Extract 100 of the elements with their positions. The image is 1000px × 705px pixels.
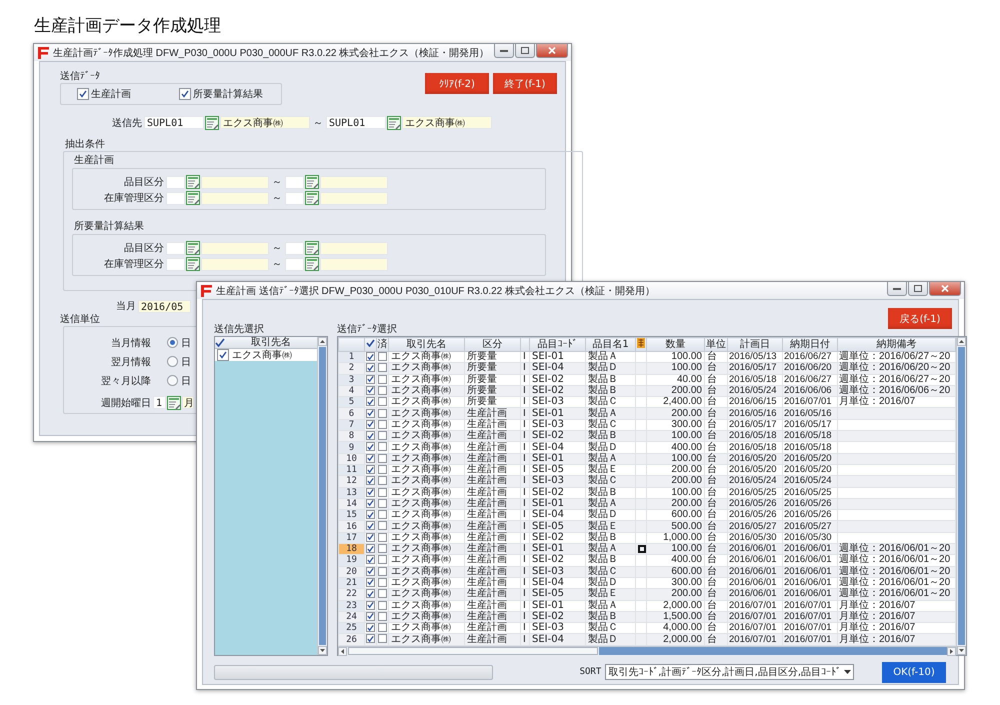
checkbox[interactable] — [366, 352, 375, 362]
code-field[interactable] — [166, 242, 185, 254]
row-number[interactable]: 6 — [338, 408, 364, 420]
scrollbar[interactable] — [317, 337, 327, 655]
checkbox[interactable] — [366, 465, 375, 474]
left-arrow-icon[interactable] — [341, 648, 344, 654]
code-field[interactable]: SUPL01 — [144, 116, 204, 129]
column-header[interactable]: 数量 — [646, 338, 704, 352]
column-header[interactable]: 取引先名 — [388, 338, 464, 352]
list-icon[interactable] — [305, 191, 319, 205]
row-number[interactable]: 7 — [338, 419, 364, 431]
checkbox[interactable] — [378, 521, 387, 530]
row-number[interactable]: 17 — [338, 532, 364, 544]
right-arrow-icon[interactable] — [950, 648, 953, 654]
code-field[interactable] — [285, 242, 304, 254]
checkbox[interactable] — [366, 442, 375, 452]
row-number[interactable]: 10 — [338, 453, 364, 464]
list-icon[interactable] — [305, 257, 319, 271]
list-icon[interactable] — [186, 191, 200, 205]
column-header[interactable]: 単位 — [704, 338, 728, 352]
list-icon[interactable] — [387, 116, 401, 130]
list-icon[interactable] — [305, 241, 319, 255]
row-number[interactable]: 9 — [338, 442, 364, 454]
down-arrow-icon[interactable] — [959, 649, 964, 652]
sort-dropdown[interactable]: 取引先ｺｰﾄﾞ,計画ﾃﾞｰﾀ区分,計画日,品目区分,品目ｺｰﾄﾞ — [605, 664, 854, 680]
row-number[interactable]: 21 — [338, 577, 364, 589]
checkbox[interactable] — [378, 397, 387, 406]
minimize-button[interactable] — [494, 44, 514, 58]
checkbox[interactable] — [378, 465, 387, 474]
checkmark-icon[interactable] — [366, 339, 375, 347]
row-number[interactable]: 20 — [338, 566, 364, 578]
list-icon[interactable] — [167, 396, 181, 410]
column-header[interactable]: 納期日付 — [782, 338, 838, 352]
checkbox[interactable] — [366, 521, 375, 530]
row-number[interactable]: 22 — [338, 588, 364, 600]
row-number[interactable]: 19 — [338, 554, 364, 566]
checkbox[interactable] — [378, 408, 387, 418]
checkbox[interactable] — [378, 544, 387, 554]
row-number[interactable]: 5 — [338, 396, 364, 408]
row-number[interactable]: 16 — [338, 520, 364, 532]
close-button[interactable] — [929, 282, 961, 296]
row-number[interactable]: 8 — [338, 430, 364, 442]
up-arrow-icon[interactable] — [959, 340, 964, 343]
checkmark-icon[interactable] — [215, 338, 225, 347]
radio-button[interactable] — [167, 337, 178, 348]
month-field[interactable]: 2016/05 — [138, 300, 191, 312]
checkbox[interactable] — [378, 363, 387, 372]
back-button[interactable]: 戻る(f-1) — [888, 308, 952, 329]
scrollbar[interactable] — [956, 337, 966, 655]
code-field[interactable] — [285, 258, 304, 270]
row-number[interactable]: 25 — [338, 622, 364, 634]
checkbox[interactable] — [366, 634, 375, 644]
row-number[interactable]: 18 — [338, 544, 364, 555]
checkbox[interactable] — [366, 510, 375, 520]
checkbox[interactable] — [378, 555, 387, 564]
radio-button[interactable] — [167, 375, 178, 386]
row-number[interactable]: 11 — [338, 464, 364, 476]
list-icon[interactable] — [186, 175, 200, 189]
row-number[interactable]: 23 — [338, 600, 364, 612]
checkbox[interactable] — [366, 397, 375, 406]
checkbox[interactable] — [378, 510, 387, 520]
action-button[interactable]: 終了(f-1) — [493, 73, 557, 94]
list-icon[interactable] — [205, 116, 219, 130]
action-button[interactable]: ｸﾘｱ(f-2) — [425, 73, 489, 94]
checkbox[interactable] — [366, 555, 375, 564]
code-field[interactable] — [166, 258, 185, 270]
list-icon[interactable] — [186, 241, 200, 255]
scrollbar[interactable] — [338, 646, 956, 656]
maximize-button[interactable] — [908, 282, 928, 296]
checkbox[interactable] — [366, 476, 375, 486]
row-number[interactable]: 26 — [338, 634, 364, 646]
checkbox[interactable] — [378, 623, 387, 632]
checkbox[interactable] — [378, 431, 387, 440]
checkbox[interactable] — [378, 589, 387, 598]
down-arrow-icon[interactable] — [320, 649, 325, 652]
ok-button[interactable]: OK(f-10) — [882, 662, 946, 682]
column-header[interactable]: 済 — [376, 338, 388, 352]
code-field[interactable] — [285, 176, 304, 188]
minimize-button[interactable] — [887, 282, 907, 296]
checkbox[interactable] — [366, 408, 375, 418]
row-number[interactable]: 13 — [338, 487, 364, 498]
close-button[interactable] — [536, 44, 568, 58]
column-header[interactable]: 区分 — [464, 338, 520, 352]
row-number[interactable]: 1 — [338, 352, 364, 363]
maximize-button[interactable] — [515, 44, 535, 58]
column-header[interactable]: 納期備考 — [838, 338, 956, 352]
row-number[interactable]: 15 — [338, 510, 364, 521]
row-number[interactable]: 12 — [338, 476, 364, 488]
row-number[interactable]: 4 — [338, 385, 364, 397]
checkbox[interactable] — [179, 88, 191, 100]
up-arrow-icon[interactable] — [320, 340, 325, 343]
checkbox[interactable] — [378, 352, 387, 362]
column-header[interactable]: 品目ｺｰﾄﾞ — [530, 338, 586, 352]
checkbox[interactable] — [378, 476, 387, 486]
row-number[interactable]: 24 — [338, 611, 364, 623]
row-number[interactable]: 3 — [338, 374, 364, 386]
code-field[interactable]: 1 — [153, 396, 166, 409]
checkbox[interactable] — [366, 589, 375, 598]
code-field[interactable]: SUPL01 — [326, 116, 386, 129]
checkbox[interactable] — [378, 634, 387, 644]
